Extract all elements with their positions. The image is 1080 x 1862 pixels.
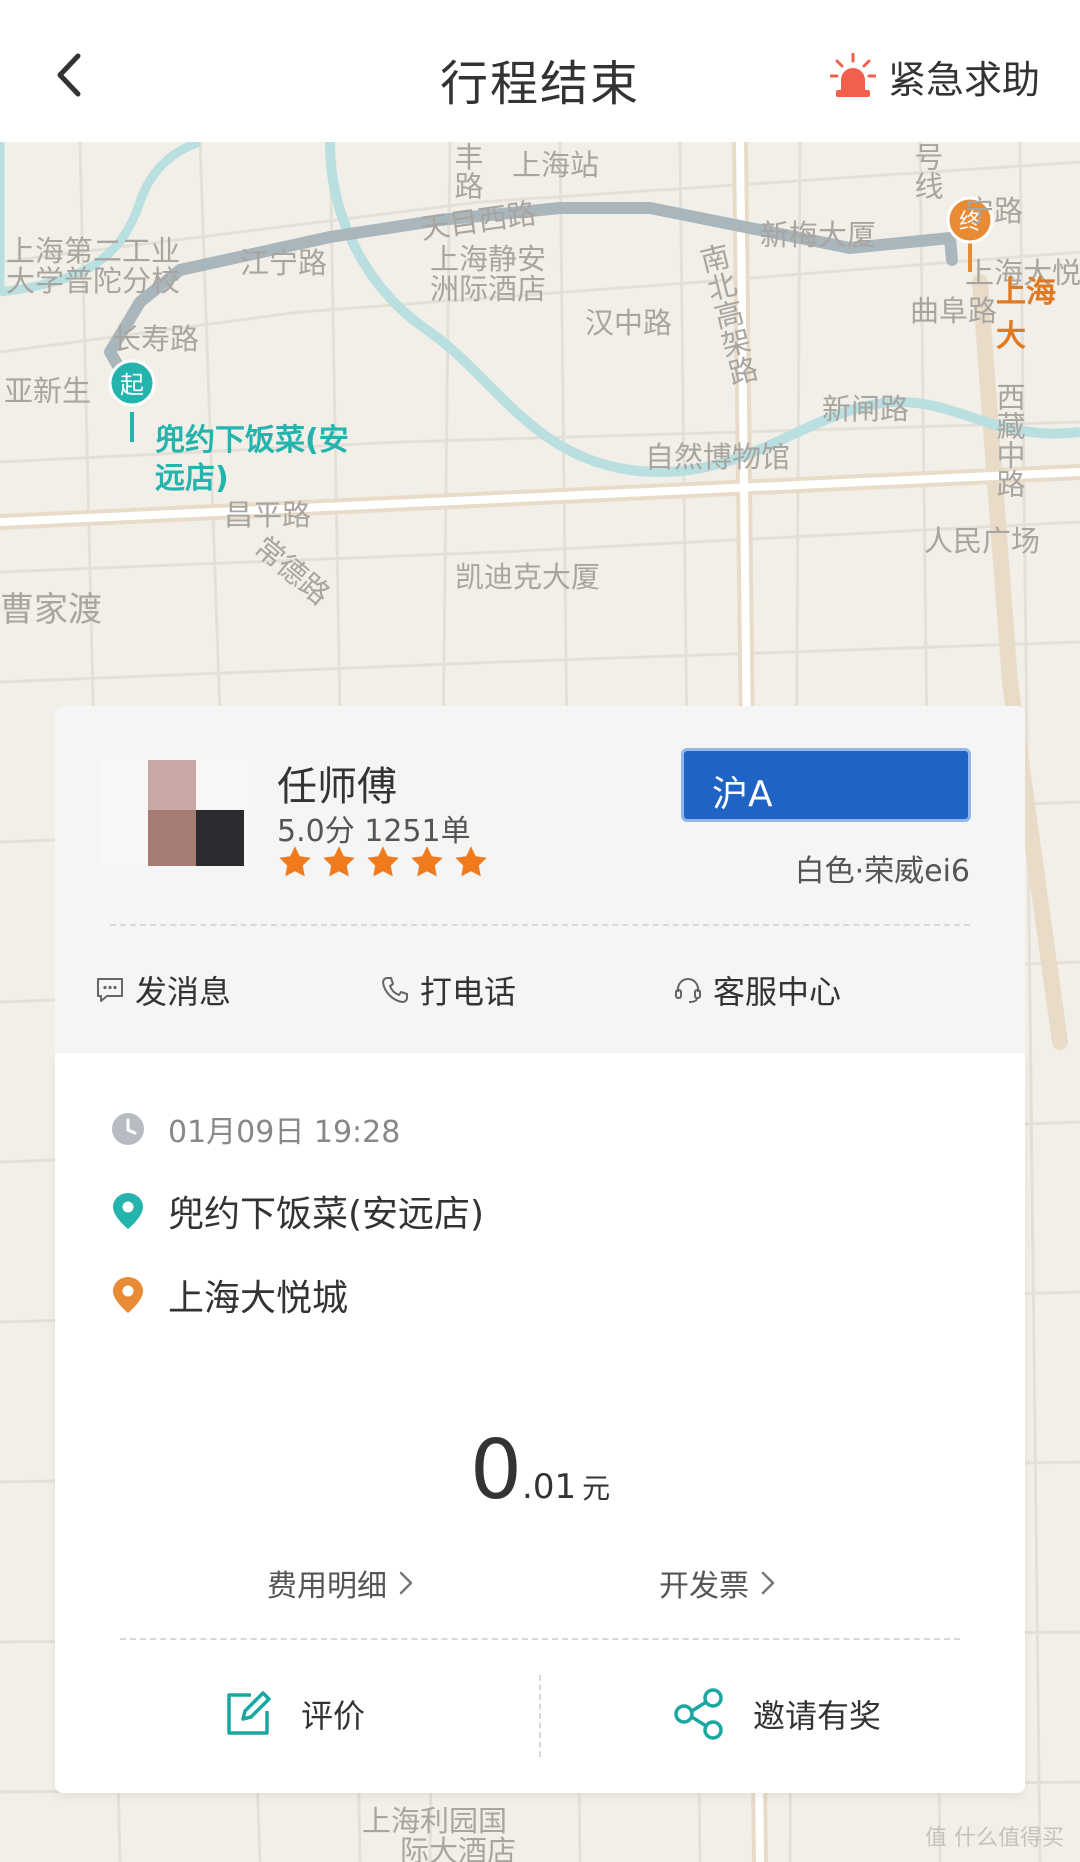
- map-label: 人民广场: [924, 524, 1041, 558]
- end-poi-label: 上海大: [996, 275, 1056, 354]
- map-label: 大学普陀分校: [6, 264, 181, 298]
- call-button[interactable]: 打电话: [380, 970, 517, 1011]
- map-label: 汉中路: [585, 306, 673, 340]
- end-location-pin-icon: [113, 1277, 143, 1313]
- map-label: 凯迪克大厦: [455, 560, 601, 594]
- divider-vertical: [539, 1675, 541, 1757]
- map-label: 亚新生: [4, 374, 92, 408]
- map-label: 曲阜路: [910, 294, 998, 328]
- chevron-right-icon: [761, 1571, 775, 1595]
- map-label: 宁路: [965, 194, 1024, 228]
- invoice-label: 开发票: [659, 1569, 749, 1604]
- car-description: 白色·荣威ei6: [794, 854, 970, 889]
- top-bar: 行程结束 紧急求助: [0, 0, 1080, 142]
- fare-integer: 0: [469, 1423, 523, 1518]
- watermark: 值 什么值得买: [925, 1820, 1064, 1852]
- avatar-image: [100, 760, 250, 866]
- driver-avatar[interactable]: [100, 760, 250, 866]
- map-label: 号线: [910, 142, 944, 200]
- star-icon: [367, 846, 399, 877]
- driver-card: 任师傅 5.0分 1251单 沪A 白色·荣威ei6 发消息 打电话 客服中心: [55, 706, 1025, 1053]
- trip-end-location: 上海大悦城: [168, 1278, 349, 1319]
- customer-service-button[interactable]: 客服中心: [673, 970, 842, 1011]
- divider: [110, 924, 970, 926]
- send-message-button[interactable]: 发消息: [95, 970, 232, 1011]
- map-label: 新梅大厦: [760, 218, 877, 252]
- rate-button[interactable]: 评价: [223, 1679, 365, 1749]
- customer-service-label: 客服中心: [713, 973, 842, 1011]
- star-icon: [411, 846, 443, 877]
- license-plate-text: 沪A: [712, 774, 773, 815]
- star-icon: [323, 846, 355, 877]
- map-label: 上海站: [512, 148, 600, 182]
- map-label: 长寿路: [112, 322, 200, 356]
- map-label: 丰路: [450, 142, 484, 200]
- map-label: 洲际酒店: [430, 272, 547, 306]
- map-label: 昌平路: [224, 498, 312, 532]
- divider: [120, 1638, 960, 1640]
- fare-details-label: 费用明细: [267, 1569, 387, 1604]
- invite-reward-button[interactable]: 邀请有奖: [673, 1679, 881, 1749]
- map-label: 西藏中路: [992, 382, 1026, 498]
- driver-rating: [277, 844, 489, 880]
- trip-time-row: 01月09日 19:28: [110, 1107, 400, 1151]
- clock-icon: [112, 1113, 144, 1145]
- trip-time: 01月09日 19:28: [168, 1115, 401, 1150]
- chevron-right-icon: [399, 1571, 413, 1595]
- chat-bubble-icon: [97, 978, 123, 1002]
- emergency-help-button[interactable]: 紧急求助: [829, 48, 1040, 104]
- trip-end-row: 上海大悦城: [110, 1269, 348, 1321]
- star-icon: [455, 846, 487, 877]
- trip-summary-card: 01月09日 19:28 兜约下饭菜(安远店) 上海大悦城 0.01 元 费用明细…: [55, 1053, 1025, 1793]
- start-location-pin-icon: [113, 1193, 143, 1229]
- map-label: 自然博物馆: [645, 440, 791, 474]
- alarm-light-icon: [829, 53, 876, 97]
- share-icon: [674, 1688, 723, 1740]
- map-label: 际大酒店: [400, 1834, 517, 1862]
- star-icon: [279, 846, 311, 877]
- fare-decimal: .01: [522, 1467, 577, 1507]
- emergency-help-label: 紧急求助: [887, 57, 1040, 102]
- edit-icon: [227, 1691, 271, 1735]
- license-plate: 沪A: [681, 748, 971, 822]
- map-label: 新闸路: [822, 392, 910, 426]
- trip-start-row: 兜约下饭菜(安远店): [110, 1185, 484, 1237]
- send-message-label: 发消息: [135, 973, 232, 1011]
- invoice-link[interactable]: 开发票: [659, 1561, 777, 1605]
- fare-details-link[interactable]: 费用明细: [267, 1561, 415, 1605]
- invite-reward-label: 邀请有奖: [753, 1697, 882, 1735]
- start-marker-glyph: 起: [120, 371, 144, 399]
- fare-unit: 元: [582, 1472, 611, 1505]
- driver-name: 任师傅: [277, 764, 397, 810]
- trip-start-location: 兜约下饭菜(安远店): [168, 1194, 485, 1235]
- map-label: 曹家渡: [0, 590, 102, 630]
- map-label: 江宁路: [240, 246, 328, 280]
- rate-label: 评价: [301, 1697, 366, 1735]
- call-label: 打电话: [420, 973, 517, 1011]
- watermark-text: 值 什么值得买: [925, 1826, 1064, 1851]
- headset-icon: [675, 978, 701, 1003]
- start-poi-label: 兜约下饭菜(安 远店): [155, 423, 349, 496]
- fare-amount: 0.01 元: [55, 1423, 1025, 1518]
- phone-icon: [382, 977, 408, 1003]
